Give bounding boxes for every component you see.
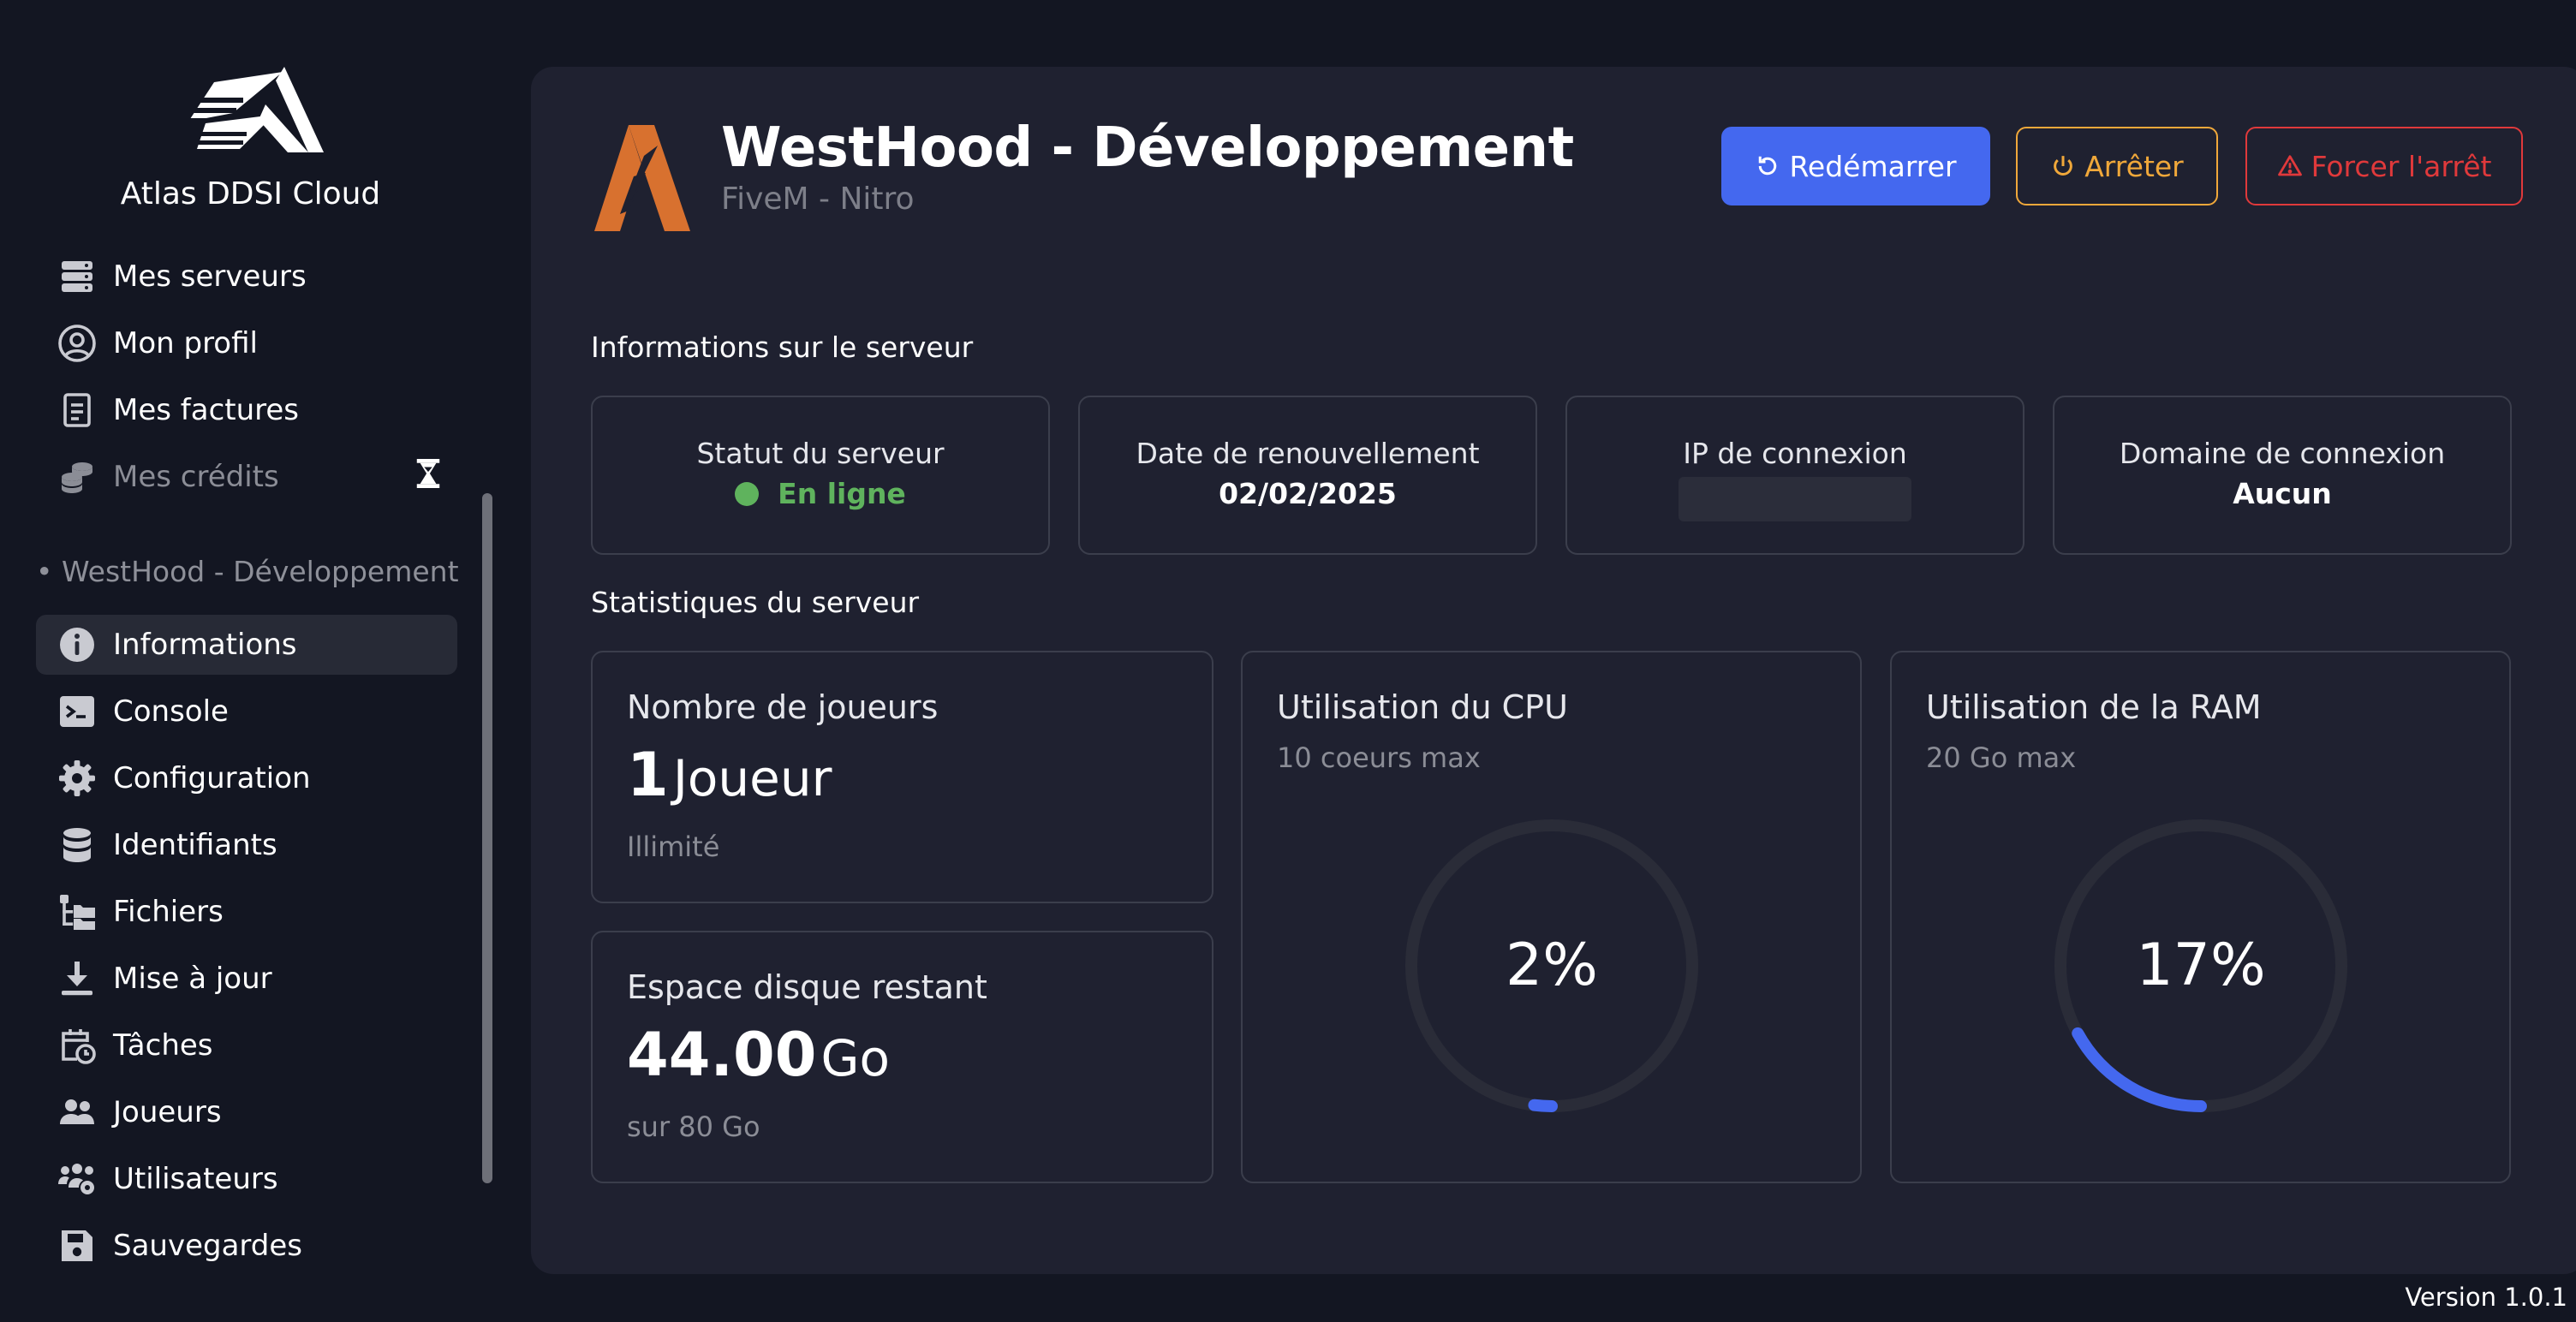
disk-unit: Go [820,1029,890,1087]
online-dot-icon [735,481,760,506]
sidebar-item-label: Identifiants [113,828,277,862]
sidebar-item-utilisateurs[interactable]: Utilisateurs [36,1149,457,1209]
info-section-heading: Informations sur le serveur [591,330,974,364]
page-subtitle: FiveM - Nitro [721,182,915,217]
disk-value: 44.00 Go [627,1020,890,1090]
stop-button[interactable]: Arrêter [2016,127,2218,205]
sidebar-item-label: Configuration [113,761,311,795]
app-version: Version 1.0.1 [2405,1283,2567,1312]
ram-title: Utilisation de la RAM [1926,688,2262,726]
invoice-icon [51,384,103,436]
players-title: Nombre de joueurs [627,688,939,726]
sidebar-item-label: Mes crédits [113,460,279,494]
info-icon [51,619,103,670]
force-stop-button-label: Forcer l'arrêt [2311,149,2492,183]
status-card: Statut du serveur En ligne [591,396,1050,555]
sidebar-item-console[interactable]: Console [36,682,457,741]
folder-tree-icon [51,886,103,938]
sidebar-item-taches[interactable]: Tâches [36,1015,457,1075]
terminal-icon [51,686,103,737]
atlas-logo [183,67,324,152]
server-stack-icon [51,251,103,302]
ram-gauge: 17% [2054,819,2348,1113]
ram-percent: 17% [2136,932,2266,999]
sidebar-item-label: Fichiers [113,895,224,929]
gear-icon [51,753,103,804]
sidebar-item-label: Mes serveurs [113,259,307,294]
sidebar-item-mon-profil[interactable]: Mon profil [36,313,457,373]
users-icon [51,1087,103,1138]
players-value: 1 Joueur [627,740,832,810]
cpu-percent: 2% [1506,932,1598,999]
players-card: Nombre de joueurs 1 Joueur Illimité [591,651,1213,903]
sidebar-item-label: Utilisateurs [113,1162,278,1196]
restart-button-label: Redémarrer [1789,149,1957,183]
sidebar: Atlas DDSI Cloud Mes serveurs Mon profil… [0,0,514,1322]
fivem-logo [594,125,690,231]
sidebar-item-mise-a-jour[interactable]: Mise à jour [36,949,457,1009]
stats-section-heading: Statistiques du serveur [591,586,920,619]
cpu-card: Utilisation du CPU 10 coeurs max 2% [1241,651,1862,1183]
players-limit: Illimité [627,831,720,863]
renewal-card: Date de renouvellement 02/02/2025 [1078,396,1537,555]
database-icon [51,819,103,871]
renewal-value: 02/02/2025 [1219,477,1397,510]
floppy-disk-icon [51,1220,103,1271]
sidebar-item-label: Console [113,694,229,729]
sidebar-item-fichiers[interactable]: Fichiers [36,882,457,942]
power-icon [2054,156,2073,176]
user-circle-icon [51,318,103,369]
coins-icon [51,451,103,503]
sidebar-item-informations[interactable]: Informations [36,615,457,675]
brand-name: Atlas DDSI Cloud [120,176,381,211]
sidebar-item-configuration[interactable]: Configuration [36,748,457,808]
download-icon [51,953,103,1004]
sidebar-item-label: Joueurs [113,1095,222,1129]
calendar-clock-icon [51,1020,103,1071]
disk-card: Espace disque restant 44.00 Go sur 80 Go [591,931,1213,1183]
sidebar-item-label: Sauvegardes [113,1229,303,1263]
disk-total: sur 80 Go [627,1111,760,1143]
status-value: En ligne [593,477,1048,510]
stop-button-label: Arrêter [2084,149,2184,183]
sidebar-item-mes-credits[interactable]: Mes crédits [36,447,457,507]
sidebar-scrollbar[interactable] [482,493,492,1183]
cpu-max: 10 coeurs max [1277,741,1481,774]
force-stop-button[interactable]: Forcer l'arrêt [2245,127,2523,205]
sidebar-item-label: Informations [113,628,297,662]
sidebar-item-label: Mon profil [113,326,258,360]
sidebar-item-label: Mes factures [113,393,300,427]
users-gear-icon [51,1153,103,1205]
ram-card: Utilisation de la RAM 20 Go max 17% [1890,651,2511,1183]
sidebar-item-identifiants[interactable]: Identifiants [36,815,457,875]
ip-value-redacted[interactable] [1679,477,1911,521]
restart-icon [1759,156,1777,176]
page-title: WestHood - Développement [721,116,1574,180]
renewal-label: Date de renouvellement [1136,437,1480,470]
domain-label: Domaine de connexion [2119,437,2446,470]
ip-card: IP de connexion [1565,396,2024,555]
status-label: Statut du serveur [696,437,945,470]
cpu-gauge: 2% [1404,819,1699,1113]
sidebar-item-sauvegardes[interactable]: Sauvegardes [36,1216,457,1276]
disk-remaining: 44.00 [627,1020,817,1090]
players-unit: Joueur [672,749,832,807]
disk-title: Espace disque restant [627,968,987,1006]
ram-max: 20 Go max [1926,741,2077,774]
status-text: En ligne [778,477,906,510]
restart-button[interactable]: Redémarrer [1721,127,1990,205]
warning-icon [2277,155,2302,176]
sidebar-section-title: • WestHood - Développement [36,555,459,588]
domain-value: Aucun [2233,477,2332,510]
sidebar-item-mes-serveurs[interactable]: Mes serveurs [36,247,457,307]
sidebar-item-label: Mise à jour [113,962,272,996]
ip-label: IP de connexion [1683,437,1907,470]
hourglass-icon [416,459,440,488]
domain-card: Domaine de connexion Aucun [2053,396,2512,555]
players-count: 1 [627,740,669,810]
sidebar-item-mes-factures[interactable]: Mes factures [36,380,457,440]
sidebar-item-joueurs[interactable]: Joueurs [36,1082,457,1142]
sidebar-item-label: Tâches [113,1028,213,1063]
cpu-title: Utilisation du CPU [1277,688,1568,726]
